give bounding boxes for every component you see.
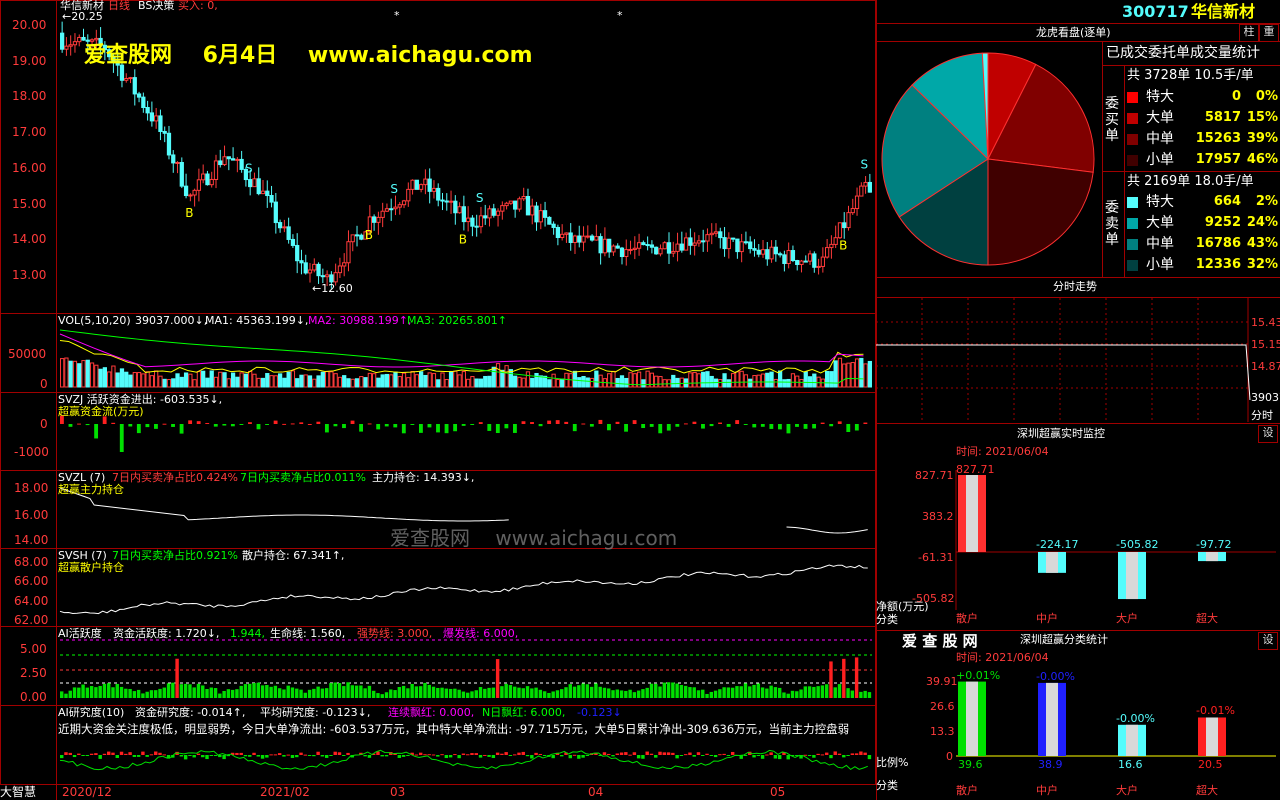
classify-time: 时间: 2021/06/04 [956, 651, 1049, 664]
sell-row-label: 小单 [1146, 257, 1174, 273]
buy-side-label: 委买单 [1105, 96, 1119, 144]
pie-slice [987, 158, 1094, 266]
realtime-title: 深圳超赢实时监控 [1017, 427, 1105, 440]
sell-row-percent: 43% [1246, 236, 1278, 251]
classify-bar-value: 20.5 [1198, 758, 1223, 771]
sell-row-percent: 2% [1255, 194, 1278, 209]
buy-row-volume: 5817 [1204, 110, 1241, 125]
classify-bar-value: 39.6 [958, 758, 983, 771]
classify-y-tick-1: 39.91 [926, 675, 958, 688]
classify-bar-highlight [1126, 724, 1138, 756]
classify-bar-highlight [1206, 717, 1218, 756]
buy-row-volume: 0 [1231, 89, 1241, 104]
sell-row-label: 大单 [1146, 215, 1174, 231]
buy-row-label: 特大 [1146, 89, 1174, 105]
buy-color-swatch [1127, 134, 1138, 145]
sell-row-volume: 12336 [1195, 257, 1241, 272]
buy-row-percent: 0% [1255, 89, 1278, 104]
realtime-bar-highlight [1206, 552, 1218, 562]
classify-bar-delta: -0.00% [1036, 669, 1075, 683]
fenshi-y-tick-1: 15.43 [1251, 316, 1280, 329]
fenshi-y-tick-2: 15.15 [1251, 338, 1280, 351]
buy-row-label: 小单 [1146, 152, 1174, 168]
classify-title: 深圳超赢分类统计 [1020, 633, 1108, 646]
buy-total: 共 3728单 10.5手/单 [1127, 68, 1254, 83]
brand-logo: 爱 查 股 网 [902, 632, 978, 650]
sell-color-swatch [1127, 239, 1138, 250]
fenshi-volume: 39037 [1251, 391, 1280, 404]
classify-category-label: 分类 [876, 779, 898, 792]
classify-settings-button[interactable]: 设 [1258, 632, 1278, 650]
classify-category: 超大 [1196, 784, 1218, 797]
classify-bar-value: 38.9 [1038, 758, 1063, 771]
realtime-bar-highlight [966, 475, 978, 552]
realtime-bar-value: -97.72 [1196, 538, 1232, 551]
classify-bar-delta: +0.01% [956, 668, 1001, 682]
sell-row-label: 特大 [1146, 194, 1174, 210]
realtime-unit-label: 净额(万元) [876, 600, 929, 613]
buy-color-swatch [1127, 113, 1138, 124]
realtime-bar-value: 827.71 [956, 463, 995, 476]
classify-category: 大户 [1116, 784, 1138, 797]
realtime-category: 大户 [1116, 612, 1138, 625]
realtime-bar-highlight [1046, 552, 1058, 573]
buy-row-percent: 39% [1246, 131, 1278, 146]
buy-row-volume: 15263 [1195, 131, 1241, 146]
sell-side-label: 委卖单 [1105, 200, 1119, 248]
sell-total: 共 2169单 18.0手/单 [1127, 174, 1254, 189]
realtime-bar-highlight [1126, 552, 1138, 600]
buy-row-percent: 46% [1246, 152, 1278, 167]
realtime-y-tick-3: -61.31 [918, 551, 954, 564]
realtime-settings-button[interactable]: 设 [1258, 425, 1278, 443]
sell-row-percent: 24% [1246, 215, 1278, 230]
classify-bar-delta: -0.01% [1196, 704, 1235, 718]
classify-bar-highlight [966, 681, 978, 756]
buy-row-percent: 15% [1246, 110, 1278, 125]
classify-y-tick-3: 13.3 [930, 725, 955, 738]
classify-bar-highlight [1046, 682, 1058, 756]
realtime-bar-value: -224.17 [1036, 538, 1079, 551]
classify-y-tick-2: 26.6 [930, 700, 955, 713]
classify-category: 中户 [1036, 784, 1058, 797]
realtime-time: 时间: 2021/06/04 [956, 445, 1049, 458]
fenshi-tail: 分时 [1251, 409, 1273, 422]
classify-bar-value: 16.6 [1118, 758, 1143, 771]
realtime-category-label: 分类 [876, 613, 898, 626]
classify-y-tick-4: 0 [946, 750, 953, 763]
fenshi-y-tick-3: 14.87 [1251, 360, 1280, 373]
realtime-bar-value: -505.82 [1116, 538, 1159, 551]
realtime-y-tick-2: 383.2 [922, 510, 954, 523]
buy-color-swatch [1127, 92, 1138, 103]
sell-color-swatch [1127, 197, 1138, 208]
realtime-category: 散户 [956, 612, 978, 625]
right-charts [876, 52, 1276, 757]
classify-category: 散户 [956, 784, 978, 797]
sell-row-volume: 9252 [1204, 215, 1241, 230]
sell-color-swatch [1127, 218, 1138, 229]
sell-row-percent: 32% [1246, 257, 1278, 272]
classify-ratio-label: 比例% [876, 756, 909, 769]
buy-row-label: 中单 [1146, 131, 1174, 147]
buy-row-label: 大单 [1146, 110, 1174, 126]
stats-title: 已成交委托单成交量统计 [1106, 45, 1260, 61]
classify-bar-delta: -0.00% [1116, 711, 1155, 725]
fenshi-price-line [876, 344, 1251, 401]
buy-color-swatch [1127, 155, 1138, 166]
sell-row-label: 中单 [1146, 236, 1174, 252]
buy-row-volume: 17957 [1195, 152, 1241, 167]
fenshi-title: 分时走势 [1053, 280, 1097, 293]
realtime-category: 超大 [1196, 612, 1218, 625]
sell-color-swatch [1127, 260, 1138, 271]
realtime-y-tick-1: 827.71 [915, 469, 954, 482]
realtime-category: 中户 [1036, 612, 1058, 625]
sell-row-volume: 16786 [1195, 236, 1241, 251]
sell-row-volume: 664 [1213, 194, 1241, 209]
